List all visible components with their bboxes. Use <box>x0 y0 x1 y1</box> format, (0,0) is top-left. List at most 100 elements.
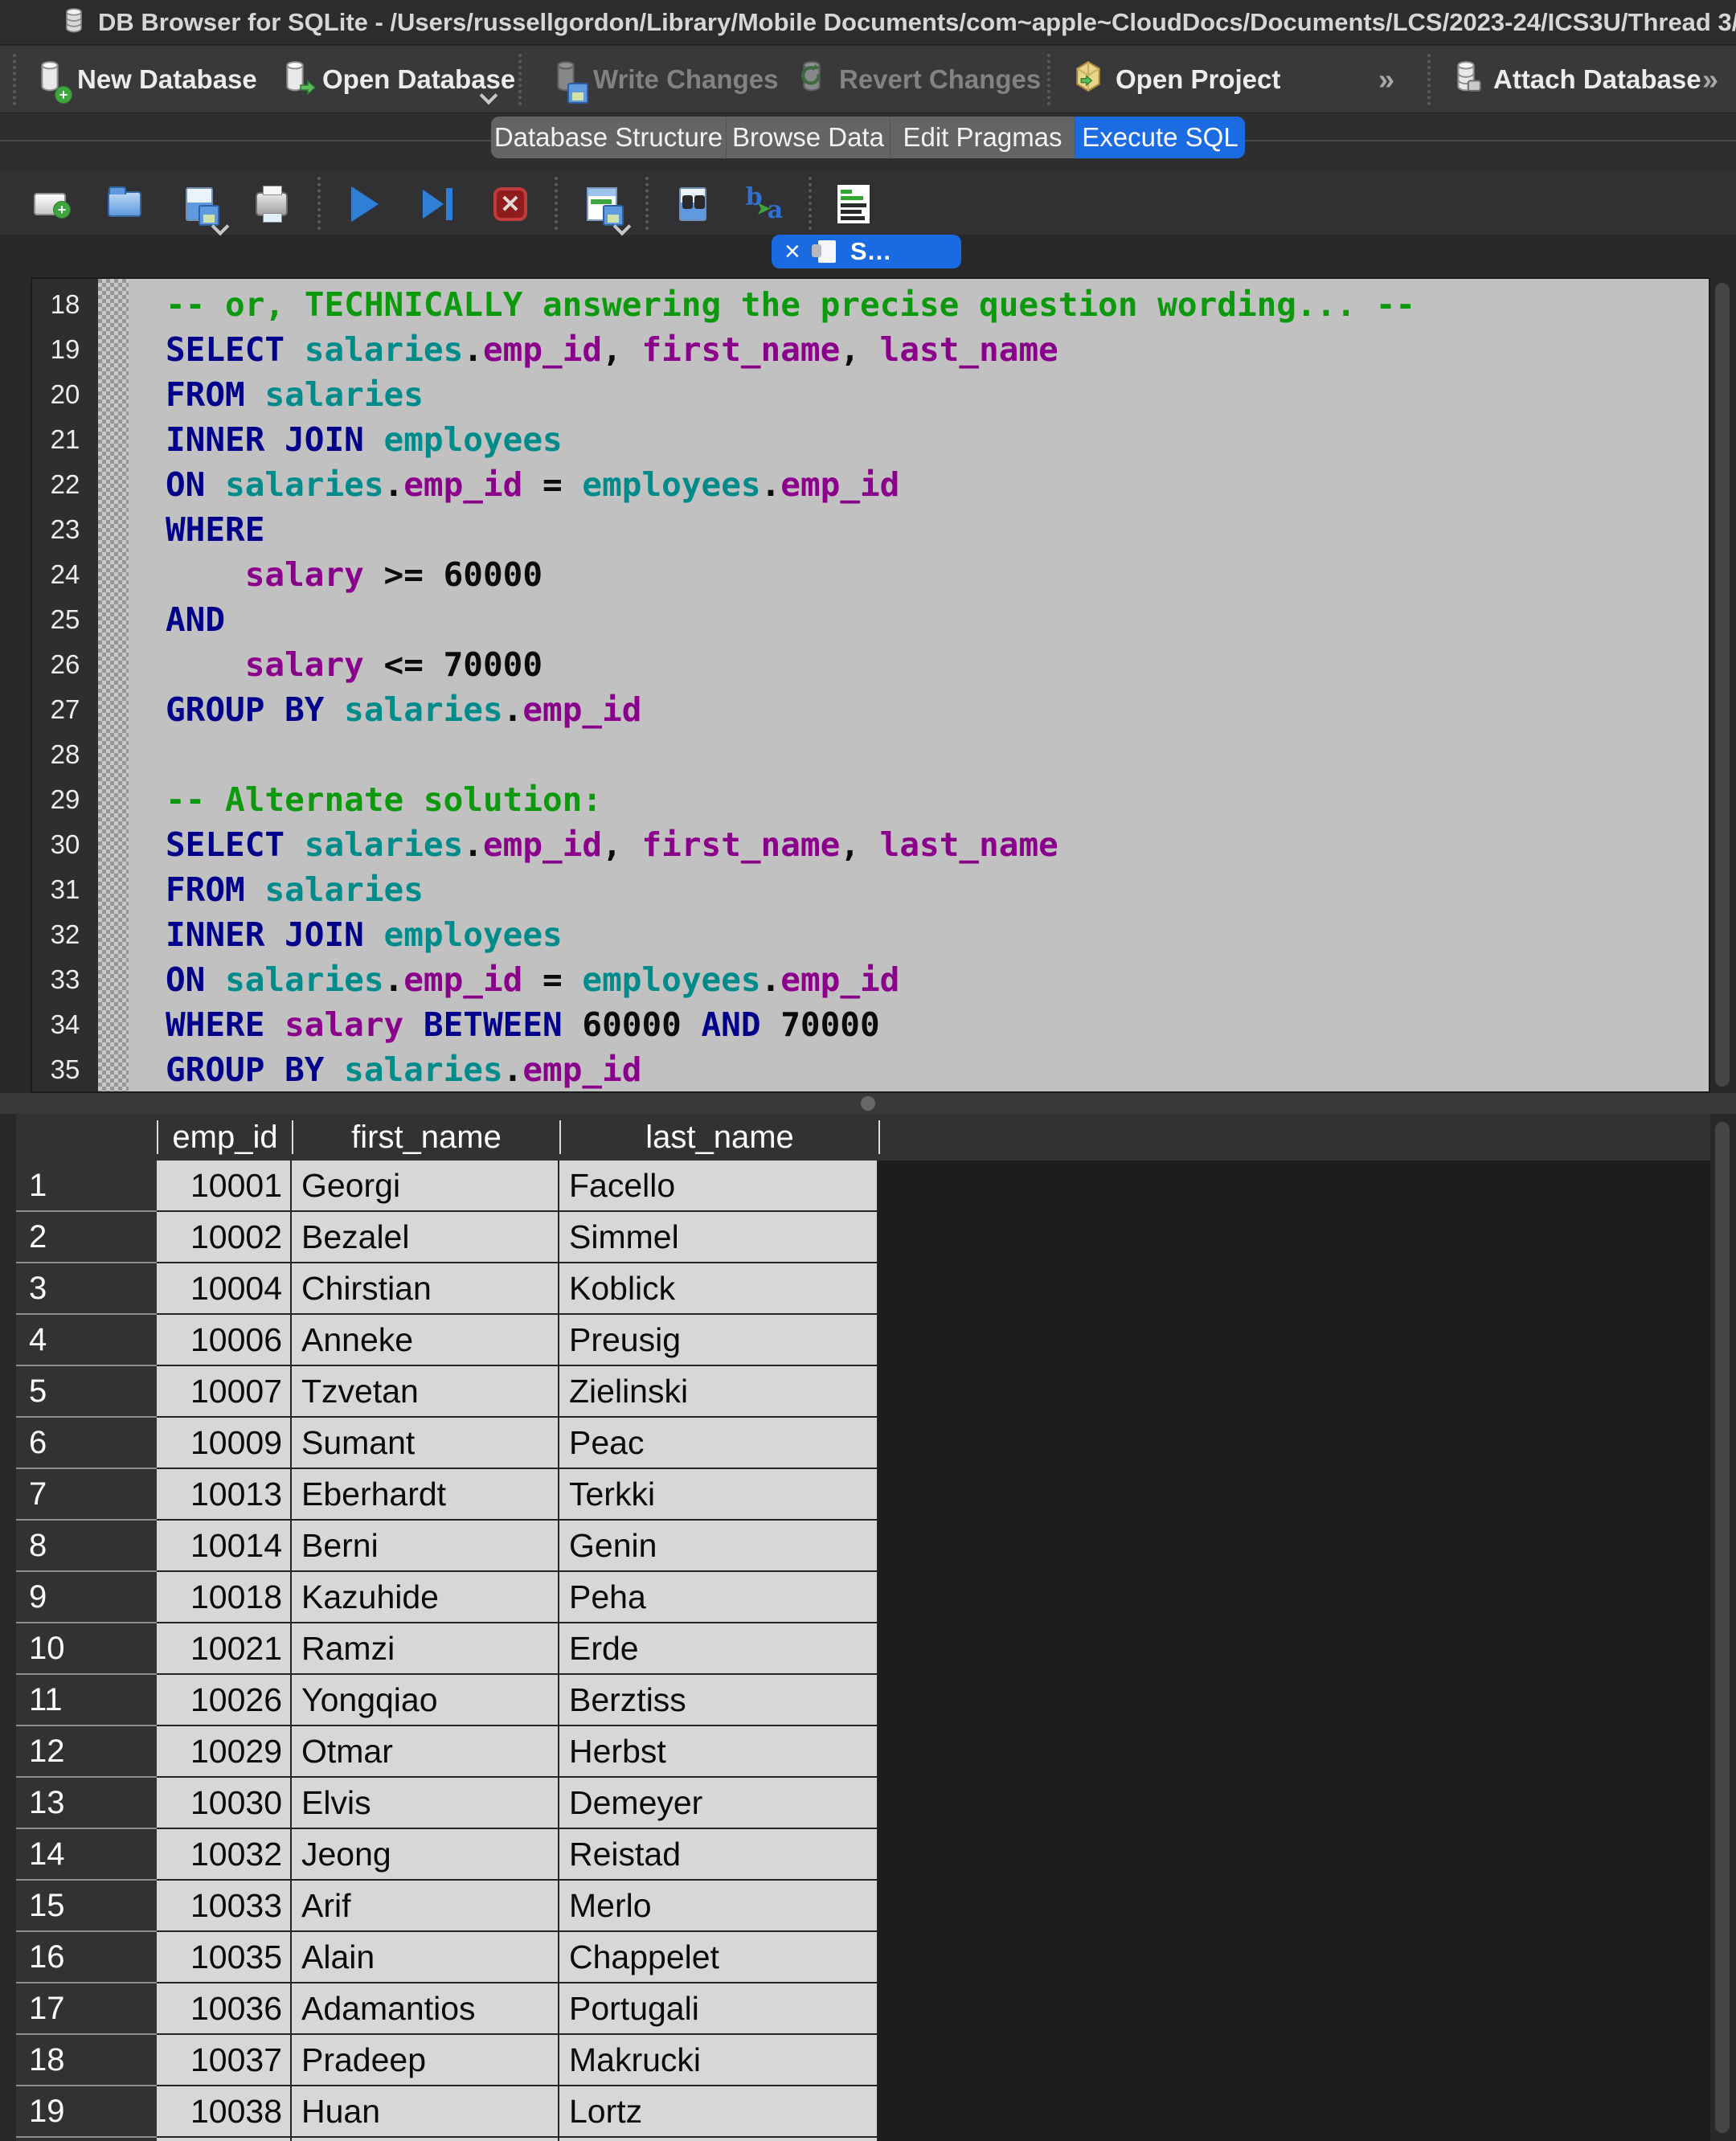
table-cell[interactable]: Yongqiao <box>292 1675 559 1726</box>
row-number-cell[interactable]: 5 <box>16 1366 157 1418</box>
editor-scrollbar[interactable] <box>1715 283 1730 1087</box>
table-cell[interactable]: 10013 <box>157 1469 292 1521</box>
table-cell[interactable]: Makrucki <box>559 2035 878 2086</box>
table-cell[interactable]: Preusig <box>559 1315 878 1366</box>
table-cell[interactable]: Kazuhide <box>292 1572 559 1623</box>
row-number-cell[interactable]: 11 <box>16 1675 157 1726</box>
table-cell[interactable]: 10033 <box>157 1881 292 1932</box>
table-cell[interactable]: Facello <box>559 1161 878 1212</box>
table-cell[interactable]: Georgi <box>292 1161 559 1212</box>
execute-all-button[interactable] <box>346 185 384 223</box>
format-sql-button[interactable]: ba➤ <box>746 185 784 223</box>
table-cell[interactable]: Otmar <box>292 1726 559 1778</box>
table-cell[interactable]: 10032 <box>157 1829 292 1881</box>
editor-lines[interactable]: -- or, TECHNICALLY answering the precise… <box>129 279 1709 1091</box>
results-scrollbar[interactable] <box>1715 1122 1730 2133</box>
table-cell[interactable]: 10021 <box>157 1623 292 1675</box>
row-number-cell[interactable]: 16 <box>16 1932 157 1983</box>
table-cell[interactable]: 10036 <box>157 1983 292 2035</box>
table-cell[interactable]: 10030 <box>157 1778 292 1829</box>
sql-editor[interactable]: 181920212223242526272829303132333435 -- … <box>31 277 1710 1093</box>
table-cell[interactable]: Demeyer <box>559 1778 878 1829</box>
tab-execute-sql[interactable]: Execute SQL <box>1075 117 1245 158</box>
table-cell[interactable]: Merlo <box>559 1881 878 1932</box>
row-number-cell[interactable]: 7 <box>16 1469 157 1521</box>
table-cell[interactable]: Arif <box>292 1881 559 1932</box>
save-sql-file-button[interactable] <box>180 185 219 223</box>
editor-results-splitter[interactable] <box>0 1093 1736 1114</box>
row-number-cell[interactable]: 17 <box>16 1983 157 2035</box>
table-cell[interactable]: 10007 <box>157 1366 292 1418</box>
table-cell[interactable]: Chappelet <box>559 1932 878 1983</box>
row-number-cell[interactable]: 19 <box>16 2086 157 2138</box>
execute-current-line-button[interactable] <box>418 185 457 223</box>
table-cell[interactable]: Elvis <box>292 1778 559 1829</box>
table-cell[interactable]: Zielinski <box>559 1366 878 1418</box>
table-cell[interactable]: 10038 <box>157 2086 292 2138</box>
row-number-cell[interactable]: 18 <box>16 2035 157 2086</box>
open-sql-file-button[interactable] <box>105 185 144 223</box>
save-results-button[interactable] <box>583 185 621 223</box>
row-number-cell[interactable]: 2 <box>16 1212 157 1263</box>
table-cell[interactable]: Reistad <box>559 1829 878 1881</box>
table-cell[interactable]: Alain <box>292 1932 559 1983</box>
toolbar-more-button[interactable]: » <box>1702 46 1718 113</box>
table-cell[interactable]: Pradeep <box>292 2035 559 2086</box>
tab-edit-pragmas[interactable]: Edit Pragmas <box>890 117 1075 158</box>
row-number-cell[interactable]: 13 <box>16 1778 157 1829</box>
table-cell[interactable]: 10018 <box>157 1572 292 1623</box>
table-cell[interactable]: Adamantios <box>292 1983 559 2035</box>
row-number-cell[interactable]: 15 <box>16 1881 157 1932</box>
row-number-cell[interactable]: 6 <box>16 1418 157 1469</box>
table-cell[interactable]: Koblick <box>559 1263 878 1315</box>
find-replace-button[interactable] <box>674 185 712 223</box>
table-cell[interactable]: Ramzi <box>292 1623 559 1675</box>
table-cell[interactable]: Berni <box>292 1521 559 1572</box>
row-number-cell[interactable]: 14 <box>16 1829 157 1881</box>
table-cell[interactable]: 10006 <box>157 1315 292 1366</box>
toolbar-more-button[interactable]: » <box>1378 46 1394 113</box>
table-cell[interactable]: 10037 <box>157 2035 292 2086</box>
table-cell[interactable]: Peha <box>559 1572 878 1623</box>
print-button[interactable] <box>252 185 291 223</box>
new-database-button[interactable]: + New Database <box>32 46 257 113</box>
row-number-cell[interactable]: 1 <box>16 1161 157 1212</box>
table-cell[interactable]: Lortz <box>559 2086 878 2138</box>
table-cell[interactable]: 10029 <box>157 1726 292 1778</box>
table-cell[interactable]: Berztiss <box>559 1675 878 1726</box>
table-cell[interactable]: 10009 <box>157 1418 292 1469</box>
table-cell[interactable]: Herbst <box>559 1726 878 1778</box>
table-cell[interactable]: Huan <box>292 2086 559 2138</box>
revert-changes-button[interactable]: Revert Changes <box>794 46 1041 113</box>
row-number-cell[interactable]: 8 <box>16 1521 157 1572</box>
row-number-cell[interactable]: 4 <box>16 1315 157 1366</box>
table-cell[interactable]: Simmel <box>559 1212 878 1263</box>
table-cell[interactable]: Chirstian <box>292 1263 559 1315</box>
table-cell[interactable]: Anneke <box>292 1315 559 1366</box>
tab-browse-data[interactable]: Browse Data <box>726 117 890 158</box>
open-database-button[interactable]: Open Database <box>277 46 515 113</box>
table-cell[interactable]: Eberhardt <box>292 1469 559 1521</box>
close-tab-button[interactable]: × <box>784 236 800 268</box>
stop-execution-button[interactable]: ✕ <box>491 185 530 223</box>
attach-database-button[interactable]: Attach Database <box>1448 46 1701 113</box>
table-cell[interactable]: Terkki <box>559 1469 878 1521</box>
table-cell[interactable]: Sumant <box>292 1418 559 1469</box>
table-cell[interactable]: 10014 <box>157 1521 292 1572</box>
table-cell[interactable]: Portugali <box>559 1983 878 2035</box>
table-cell[interactable]: 10002 <box>157 1212 292 1263</box>
column-header-last-name[interactable]: last_name <box>559 1120 878 1154</box>
sql-document-tab[interactable]: × S… <box>772 235 961 268</box>
table-cell[interactable]: 10001 <box>157 1161 292 1212</box>
row-number-cell[interactable]: 3 <box>16 1263 157 1315</box>
corner-header-cell[interactable] <box>16 1120 157 1154</box>
row-number-cell[interactable]: 12 <box>16 1726 157 1778</box>
table-cell[interactable]: Erde <box>559 1623 878 1675</box>
table-cell[interactable]: Bezalel <box>292 1212 559 1263</box>
show-results-log-button[interactable] <box>834 185 873 223</box>
table-cell[interactable]: 10026 <box>157 1675 292 1726</box>
table-cell[interactable]: Tzvetan <box>292 1366 559 1418</box>
table-cell[interactable]: 10004 <box>157 1263 292 1315</box>
open-project-button[interactable]: Open Project <box>1071 46 1280 113</box>
table-cell[interactable]: Genin <box>559 1521 878 1572</box>
